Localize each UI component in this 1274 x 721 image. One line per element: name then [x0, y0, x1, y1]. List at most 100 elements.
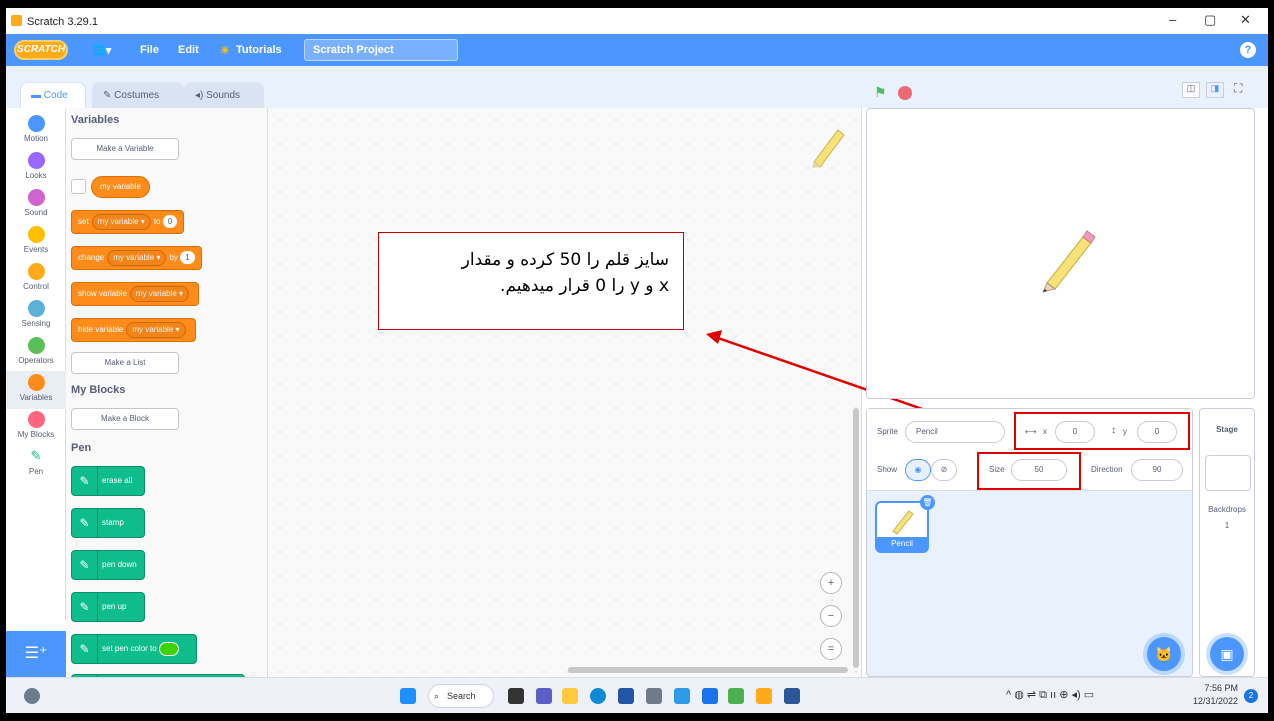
- delete-sprite-icon[interactable]: 🗑: [920, 495, 935, 510]
- hide-visible-icon[interactable]: ⊘: [931, 459, 957, 481]
- pen-up-block[interactable]: ✎ pen up: [71, 592, 145, 622]
- pencil-sprite[interactable]: [1039, 229, 1099, 293]
- category-events[interactable]: Events: [6, 223, 66, 261]
- tutorials-menu[interactable]: Tutorials: [236, 44, 282, 56]
- my-variable-reporter[interactable]: my variable: [91, 176, 150, 198]
- close-button[interactable]: ✕: [1240, 12, 1251, 28]
- workspace-v-scrollbar[interactable]: [853, 408, 859, 668]
- teams-icon[interactable]: [536, 688, 552, 704]
- category-my-blocks[interactable]: My Blocks: [6, 408, 66, 446]
- system-tray-icons[interactable]: ^ ◍ ⇌ ⧉ ıı ⊕ ◂) ▭: [1006, 688, 1094, 702]
- color-swatch[interactable]: [158, 641, 179, 656]
- category-control[interactable]: Control: [6, 260, 66, 298]
- operators-dot-icon: [27, 337, 45, 354]
- editor-tabs: ▬ Code ✎ Costumes ◂) Sounds: [6, 66, 866, 108]
- sprite-name-input[interactable]: Pencil: [905, 421, 1005, 443]
- choose-backdrop-button[interactable]: ▣: [1210, 637, 1244, 671]
- category-operators[interactable]: Operators: [6, 334, 66, 372]
- workspace-h-scrollbar[interactable]: [568, 667, 848, 673]
- edge-icon[interactable]: [590, 688, 606, 704]
- category-pen[interactable]: ✎ Pen: [6, 445, 66, 483]
- direction-input[interactable]: 90: [1131, 459, 1183, 481]
- stage-canvas[interactable]: [866, 108, 1255, 399]
- category-sensing[interactable]: Sensing: [6, 297, 66, 335]
- make-variable-button[interactable]: Make a Variable: [71, 138, 179, 160]
- file-menu[interactable]: File: [140, 44, 159, 56]
- category-sound[interactable]: Sound: [6, 186, 66, 224]
- annotation-line-2: x و y را 0 قرار میدهیم.: [500, 276, 669, 296]
- block-categories: Motion Looks Sound Events Control Sensin…: [6, 108, 66, 621]
- small-stage-icon[interactable]: ◫: [1182, 82, 1200, 98]
- code-icon: ▬: [31, 90, 44, 101]
- store-icon[interactable]: [618, 688, 634, 704]
- app-icon-2[interactable]: [674, 688, 690, 704]
- tab-sounds[interactable]: ◂) Sounds: [184, 82, 264, 108]
- variables-heading: Variables: [71, 114, 120, 126]
- clock-date[interactable]: 12/31/2022: [1186, 696, 1238, 706]
- choose-sprite-button[interactable]: 🐱: [1147, 637, 1181, 671]
- minimize-button[interactable]: –: [1169, 12, 1176, 27]
- normal-stage-icon[interactable]: ◨: [1206, 82, 1224, 98]
- task-view-icon[interactable]: [508, 688, 524, 704]
- edit-menu[interactable]: Edit: [178, 44, 199, 56]
- make-list-button[interactable]: Make a List: [71, 352, 179, 374]
- show-visible-icon[interactable]: ◉: [905, 459, 931, 481]
- language-menu-icon[interactable]: 🌐▾: [92, 44, 111, 57]
- taskbar-search[interactable]: ⌕ Search: [428, 684, 494, 708]
- app-icon-3[interactable]: [702, 688, 718, 704]
- backdrops-label: Backdrops: [1208, 505, 1246, 514]
- set-variable-block[interactable]: set my variable ▾ to 0: [71, 210, 185, 234]
- pen-down-block[interactable]: ✎ pen down: [71, 550, 145, 580]
- control-dot-icon: [27, 263, 45, 280]
- erase-all-block[interactable]: ✎ erase all: [71, 466, 145, 496]
- scratch-app-icon: [11, 15, 22, 26]
- code-workspace[interactable]: + − =: [268, 108, 862, 677]
- variable-checkbox[interactable]: [71, 179, 86, 194]
- pen-icon: ✎: [30, 448, 42, 463]
- scratch-taskbar-icon[interactable]: [756, 688, 772, 704]
- stamp-block[interactable]: ✎ stamp: [71, 508, 145, 538]
- block-palette: Variables Make a Variable my variable se…: [66, 108, 268, 677]
- app-icon-1[interactable]: [646, 688, 662, 704]
- zoom-in-button[interactable]: +: [820, 572, 842, 594]
- add-extension-button[interactable]: ☰⁺: [6, 631, 66, 677]
- app-icon-4[interactable]: [728, 688, 744, 704]
- word-icon[interactable]: [784, 688, 800, 704]
- pen-icon: ✎: [72, 551, 98, 579]
- clock-time[interactable]: 7:56 PM: [1194, 683, 1238, 693]
- brush-icon: ✎: [103, 90, 115, 101]
- file-explorer-icon[interactable]: [562, 688, 578, 704]
- show-variable-block[interactable]: show variable my variable ▾: [71, 282, 200, 306]
- zoom-out-button[interactable]: −: [820, 605, 842, 627]
- hide-variable-block[interactable]: hide variable my variable ▾: [71, 318, 196, 342]
- pen-heading: Pen: [71, 442, 92, 454]
- show-label: Show: [877, 465, 898, 474]
- stop-icon[interactable]: [898, 86, 912, 100]
- sensing-dot-icon: [27, 300, 45, 317]
- stage-selector[interactable]: Stage Backdrops 1 ▣: [1199, 408, 1255, 677]
- category-motion[interactable]: Motion: [6, 112, 66, 150]
- category-variables[interactable]: Variables: [6, 371, 66, 409]
- motion-dot-icon: [27, 115, 45, 132]
- sprite-thumbnail[interactable]: 🗑 Pencil: [875, 495, 935, 553]
- direction-label: Direction: [1091, 465, 1123, 474]
- scratch-logo[interactable]: SCRATCH: [14, 40, 68, 60]
- green-flag-icon[interactable]: ⚑: [874, 84, 887, 101]
- backdrop-thumbnail[interactable]: [1205, 455, 1251, 491]
- tab-costumes[interactable]: ✎ Costumes: [92, 82, 184, 108]
- notification-badge[interactable]: 2: [1244, 689, 1258, 703]
- project-title-input[interactable]: Scratch Project: [304, 39, 458, 61]
- start-icon[interactable]: [400, 688, 416, 704]
- set-pen-color-block[interactable]: ✎ set pen color to: [71, 634, 197, 664]
- maximize-button[interactable]: ▢: [1204, 12, 1216, 28]
- tab-code[interactable]: ▬ Code: [20, 82, 86, 108]
- zoom-reset-button[interactable]: =: [820, 638, 842, 660]
- tutorials-icon: ☀: [220, 45, 230, 57]
- change-variable-block[interactable]: change my variable ▾ by 1: [71, 246, 202, 270]
- category-looks[interactable]: Looks: [6, 149, 66, 187]
- widgets-icon[interactable]: [24, 688, 40, 704]
- help-icon[interactable]: ?: [1240, 42, 1256, 58]
- highlight-size: [977, 452, 1081, 490]
- fullscreen-icon[interactable]: ⛶: [1234, 81, 1242, 96]
- make-block-button[interactable]: Make a Block: [71, 408, 179, 430]
